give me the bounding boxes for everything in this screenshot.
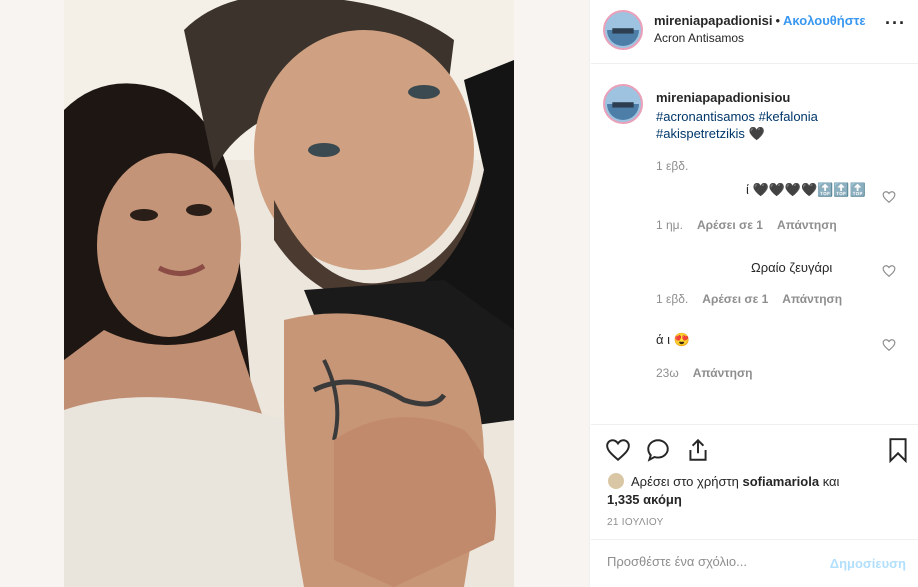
comment-meta: 23ω Απάντηση — [656, 366, 753, 380]
comment-meta: 1 εβδ. Αρέσει σε 1 Απάντηση — [656, 292, 842, 306]
comment-text: ί 🖤🖤🖤🖤🔝🔝🔝 — [746, 182, 866, 197]
avatar[interactable] — [603, 10, 643, 50]
separator-dot: • — [775, 13, 781, 28]
comment-text: ά ι 😍 — [656, 332, 690, 347]
comment-likes[interactable]: Αρέσει σε 1 — [697, 218, 763, 232]
caption-text: #acronantisamos #kefalonia #akispetretzi… — [656, 108, 886, 142]
hashtag-link[interactable]: #kefalonia — [759, 109, 818, 124]
reply-button[interactable]: Απάντηση — [777, 218, 837, 232]
location-link[interactable]: Acron Antisamos — [654, 31, 744, 45]
heart-small-icon[interactable] — [882, 190, 896, 204]
post-photo-pane — [0, 0, 590, 587]
bookmark-icon[interactable] — [885, 437, 911, 463]
post-photo[interactable] — [64, 0, 514, 587]
comment-timestamp[interactable]: 1 εβδ. — [656, 292, 688, 306]
comment-text: Ωραίο ζευγάρι — [751, 260, 833, 275]
liked-by-prefix: Αρέσει στο χρήστη — [631, 474, 739, 489]
heart-small-icon[interactable] — [882, 264, 896, 278]
post-actions: Αρέσει στο χρήστη sofiamariola και 1,335… — [591, 424, 918, 539]
hashtag-link[interactable]: #acronantisamos — [656, 109, 755, 124]
comment-input[interactable] — [607, 554, 817, 569]
header-username[interactable]: mireniapapadionisi — [654, 13, 772, 28]
add-comment-bar: Δημοσίευση — [591, 539, 918, 587]
comment-likes[interactable]: Αρέσει σε 1 — [702, 292, 768, 306]
heart-small-icon[interactable] — [882, 338, 896, 352]
follow-button[interactable]: Ακολουθήστε — [783, 13, 866, 28]
post-header: mireniapapadionisi • Ακολουθήστε Acron Ant… — [591, 0, 918, 64]
liked-by-and: και — [822, 474, 840, 489]
reply-button[interactable]: Απάντηση — [693, 366, 753, 380]
avatar-image — [607, 88, 639, 120]
caption-username[interactable]: mireniapapadionisiou — [656, 90, 790, 105]
liker-avatar[interactable] — [607, 472, 625, 490]
more-options-icon[interactable]: ··· — [885, 14, 906, 32]
comment-meta: 1 ημ. Αρέσει σε 1 Απάντηση — [656, 218, 837, 232]
likes-count[interactable]: 1,335 ακόμη — [607, 492, 682, 507]
hashtag-link[interactable]: #akispetretzikis 🖤 — [656, 126, 765, 141]
avatar-image — [607, 14, 639, 46]
comments-section: mireniapapadionisiou #acronantisamos #ke… — [591, 64, 918, 424]
post-comment-button[interactable]: Δημοσίευση — [830, 556, 906, 571]
liker-username[interactable]: sofiamariola — [742, 474, 819, 489]
heart-icon[interactable] — [605, 437, 631, 463]
comment-timestamp[interactable]: 1 ημ. — [656, 218, 683, 232]
reply-button[interactable]: Απάντηση — [782, 292, 842, 306]
post-side-panel: mireniapapadionisi • Ακολουθήστε Acron Ant… — [591, 0, 918, 587]
couple-selfie-image — [64, 0, 514, 587]
comment-icon[interactable] — [645, 437, 671, 463]
post-date[interactable]: 21 ΙΟΥΛΙΟΥ — [607, 517, 664, 528]
caption-timestamp[interactable]: 1 εβδ. — [656, 159, 688, 173]
liked-by-text: Αρέσει στο χρήστη sofiamariola και 1,335… — [607, 472, 887, 509]
share-icon[interactable] — [685, 437, 711, 463]
header-user-line: mireniapapadionisi • Ακολουθήστε — [654, 13, 876, 28]
comment-timestamp[interactable]: 23ω — [656, 366, 679, 380]
caption-avatar[interactable] — [603, 84, 643, 124]
